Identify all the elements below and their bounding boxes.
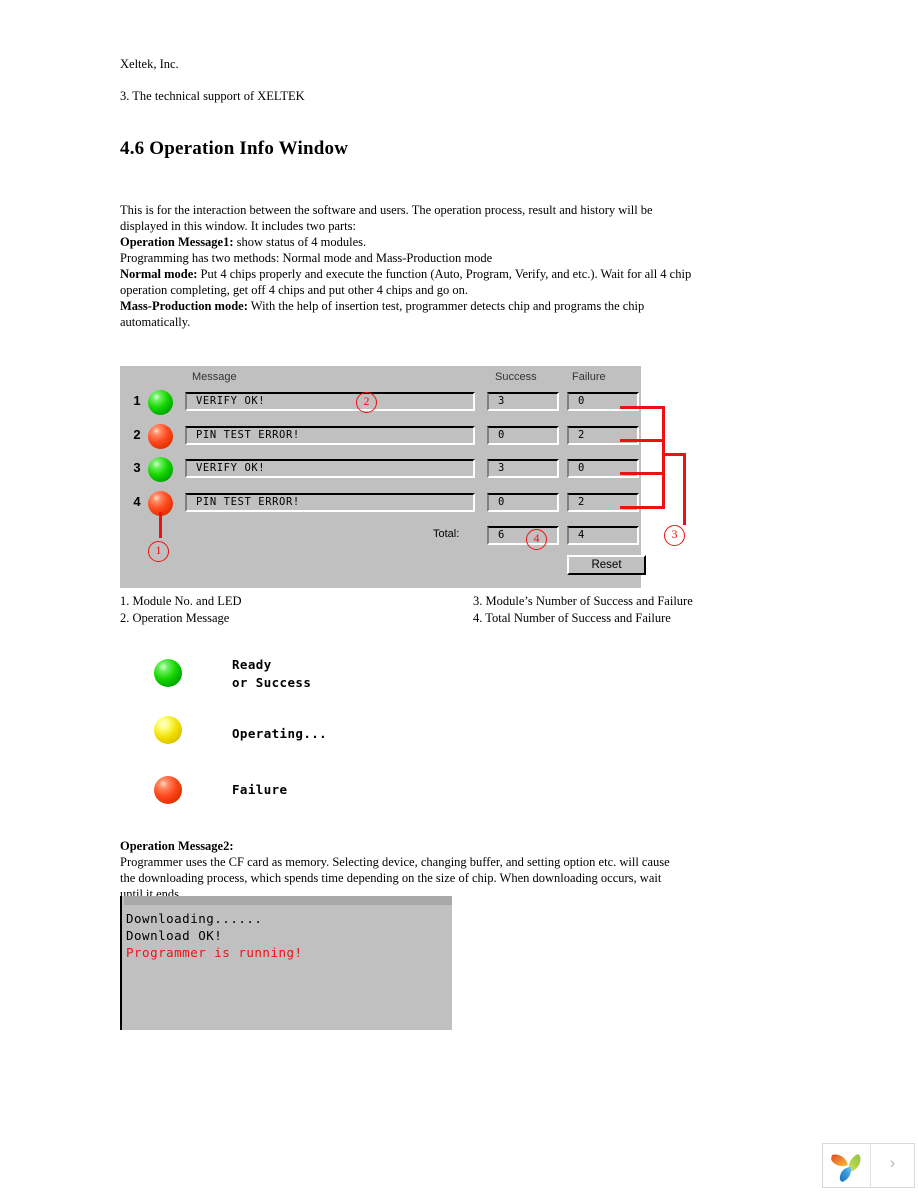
legend-label-failure: Failure [232,781,287,799]
message-field[interactable]: PIN TEST ERROR! [185,426,475,445]
intro-paragraph-3: Programming has two methods: Normal mode… [120,251,493,265]
footer-widget: › [822,1143,915,1188]
legend-ready-line2: or Success [232,675,312,690]
annotation-4-marker: 4 [526,529,547,550]
caption-item-2: 2. Operation Message [120,611,230,625]
module-number: 4 [133,494,141,509]
total-success-field[interactable]: 6 [487,526,559,545]
annotation-3-leader-row3 [620,472,665,475]
annotation-3-stem [683,453,686,525]
annotation-1-leader [159,512,162,538]
legend-label-ready: Ready or Success [232,656,311,692]
chevron-right-icon: › [889,1153,896,1172]
annotation-3-leader-row1 [620,406,665,409]
annotation-3-leader-row2 [620,439,665,442]
intro-paragraph-5: Mass-Production mode: With the help of i… [120,298,694,330]
legend-operating-line1: Operating... [232,726,328,741]
console-line-running: Programmer is running! [126,945,303,960]
success-count-field[interactable]: 0 [487,426,559,445]
mass-production-mode-label: Mass-Production mode: [120,299,248,313]
caption-left: 1. Module No. and LED 2. Operation Messa… [120,593,242,627]
module-number: 2 [133,427,141,442]
leaf-logo-icon[interactable] [823,1144,871,1187]
operation-message1-label: Operation Message1: [120,235,234,249]
leaf-logo-svg [831,1154,861,1182]
download-console: Downloading...... Download OK! Programme… [120,896,452,1030]
total-label: Total: [433,528,460,540]
failure-count-field[interactable]: 2 [567,426,639,445]
caption-item-1: 1. Module No. and LED [120,594,242,608]
success-count-field[interactable]: 0 [487,493,559,512]
intro-paragraph-2: Operation Message1: show status of 4 mod… [120,234,694,250]
failure-count-field[interactable]: 0 [567,459,639,478]
legend-failure-line1: Failure [232,782,288,797]
message-field[interactable]: PIN TEST ERROR! [185,493,475,512]
operation-info-window: Message Success Failure 1 VERIFY OK! 3 0… [120,366,646,588]
message-field[interactable]: VERIFY OK! [185,459,475,478]
annotation-1-marker: 1 [148,541,169,562]
caption-item-4: 4. Total Number of Success and Failure [473,611,671,625]
module-row: 4 PIN TEST ERROR! 0 2 [120,491,641,516]
total-row: Total: 6 4 [120,525,641,547]
reset-button[interactable]: Reset [567,555,646,575]
console-title-bar [124,896,452,905]
status-led-icon [148,424,173,449]
normal-mode-label: Normal mode: [120,267,198,281]
console-output: Downloading...... Download OK! Programme… [126,910,446,961]
message2-block: Operation Message2: Programmer uses the … [120,838,680,902]
legend-led-yellow-icon [154,716,182,744]
message-field[interactable]: VERIFY OK! [185,392,475,411]
company-name: Xeltek, Inc. [120,57,179,71]
column-header-failure: Failure [572,371,606,383]
annotation-3-marker: 3 [664,525,685,546]
status-led-icon [148,390,173,415]
total-failure-field[interactable]: 4 [567,526,639,545]
intro-block: This is for the interaction between the … [120,202,694,330]
intro-paragraph-1: This is for the interaction between the … [120,203,653,233]
legend-led-red-icon [154,776,182,804]
next-page-button[interactable]: › [871,1144,914,1187]
page-title: 4.6 Operation Info Window [120,138,349,159]
console-line: Download OK! [126,928,223,943]
message2-title-text: Operation Message2: [120,839,234,853]
message2-body: Programmer uses the CF card as memory. S… [120,855,670,901]
intro-paragraph-4: Normal mode: Put 4 chips properly and ex… [120,266,694,298]
annotation-3-leader-row4 [620,506,665,509]
annotation-2-marker: 2 [356,392,377,413]
module-row: 3 VERIFY OK! 3 0 [120,457,641,482]
module-number: 1 [133,393,141,408]
success-count-field[interactable]: 3 [487,459,559,478]
success-count-field[interactable]: 3 [487,392,559,411]
module-number: 3 [133,460,141,475]
status-led-icon [148,457,173,482]
module-row: 2 PIN TEST ERROR! 0 2 [120,424,641,449]
operation-message1-text: show status of 4 modules. [233,235,367,249]
support-line: 3. The technical support of XELTEK [120,89,305,103]
normal-mode-text: Put 4 chips properly and execute the fun… [120,267,692,297]
failure-count-field[interactable]: 2 [567,493,639,512]
legend-label-operating: Operating... [232,725,327,743]
module-row: 1 VERIFY OK! 3 0 [120,390,641,415]
legend-led-green-icon [154,659,182,687]
column-header-message: Message [192,371,237,383]
caption-right: 3. Module’s Number of Success and Failur… [473,593,693,627]
console-line: Downloading...... [126,911,263,926]
legend-ready-line1: Ready [232,657,272,672]
message2-title: Operation Message2: [120,838,680,854]
column-header-success: Success [495,371,537,383]
document-page: Xeltek, Inc. 3. The technical support of… [0,0,918,1188]
annotation-3-spine [662,406,665,509]
caption-item-3: 3. Module’s Number of Success and Failur… [473,594,693,608]
